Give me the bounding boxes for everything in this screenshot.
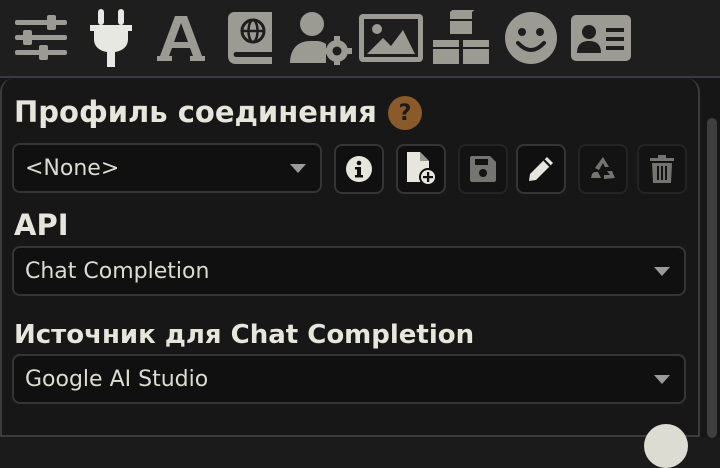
save-button[interactable] bbox=[458, 144, 508, 194]
sliders-icon[interactable] bbox=[6, 0, 76, 76]
chevron-down-icon bbox=[290, 164, 306, 173]
pencil-icon bbox=[529, 157, 553, 181]
chat-completion-source-select[interactable]: Google AI Studio bbox=[12, 354, 686, 404]
chevron-down-icon bbox=[654, 375, 670, 384]
cubes-icon[interactable] bbox=[426, 0, 496, 76]
help-label: ? bbox=[398, 100, 412, 126]
api-title: API bbox=[14, 208, 69, 242]
smile-icon[interactable] bbox=[496, 0, 566, 76]
scrollbar[interactable] bbox=[704, 88, 720, 438]
delete-button[interactable] bbox=[637, 144, 687, 194]
chat-completion-source-value: Google AI Studio bbox=[25, 366, 209, 392]
top-navigation-bar bbox=[0, 0, 720, 76]
info-button[interactable] bbox=[334, 144, 384, 194]
connection-profile-value: <None> bbox=[25, 155, 120, 181]
recycle-icon bbox=[591, 157, 615, 179]
floppy-icon bbox=[470, 156, 496, 182]
toggle-knob[interactable] bbox=[644, 424, 688, 468]
connection-profile-title: Профиль соединения bbox=[14, 95, 377, 129]
id-card-icon[interactable] bbox=[566, 0, 636, 76]
user-gear-icon[interactable] bbox=[286, 0, 356, 76]
rename-button[interactable] bbox=[516, 144, 566, 194]
connection-profile-select[interactable]: <None> bbox=[12, 143, 322, 193]
plug-icon[interactable] bbox=[76, 0, 146, 76]
help-icon[interactable]: ? bbox=[388, 96, 422, 130]
chevron-down-icon bbox=[654, 267, 670, 276]
font-icon[interactable] bbox=[146, 0, 216, 76]
api-select[interactable]: Chat Completion bbox=[12, 246, 686, 296]
file-plus-icon bbox=[407, 152, 437, 186]
api-value: Chat Completion bbox=[25, 258, 210, 284]
reload-button[interactable] bbox=[578, 144, 628, 194]
book-globe-icon[interactable] bbox=[216, 0, 286, 76]
trash-icon bbox=[650, 155, 674, 183]
info-icon bbox=[346, 156, 372, 182]
chat-completion-source-title: Источник для Chat Completion bbox=[14, 320, 475, 350]
new-profile-button[interactable] bbox=[396, 144, 446, 194]
scrollbar-thumb[interactable] bbox=[707, 118, 717, 438]
image-icon[interactable] bbox=[356, 0, 426, 76]
